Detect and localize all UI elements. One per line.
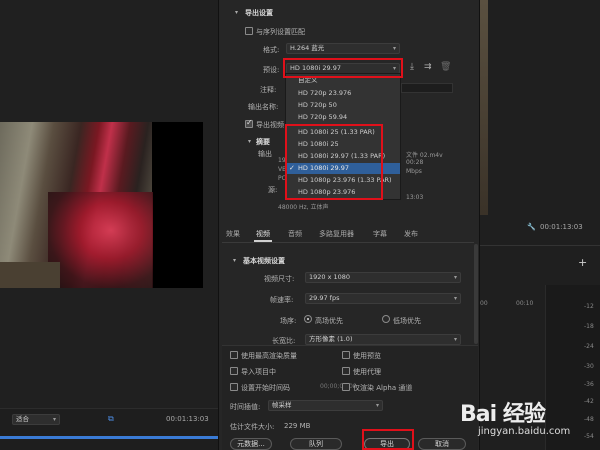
wrench-icon[interactable]: 🔧	[527, 223, 536, 231]
db-label: -12	[584, 303, 594, 310]
divider	[480, 245, 600, 246]
set-start-timecode-checkbox[interactable]	[230, 383, 238, 391]
program-timecode: 00:01:13:03	[540, 223, 583, 231]
tab-publish[interactable]: 发布	[404, 229, 418, 239]
use-proxy-checkbox[interactable]	[342, 367, 350, 375]
frame-size-label: 视频尺寸:	[264, 275, 295, 283]
baidu-watermark: Bai 经验 jingyan.baidu.com	[460, 396, 600, 446]
chevron-down-icon: ▾	[453, 295, 457, 302]
highlight-box-preset	[283, 58, 403, 78]
import-into-project-checkbox[interactable]	[230, 367, 238, 375]
output-name-label: 输出名称:	[248, 103, 279, 111]
timecode: 00:01:13:03	[166, 415, 209, 423]
db-label: -36	[584, 381, 594, 388]
watermark-logo: Bai 经验	[460, 402, 546, 427]
source-monitor-controls: 适合 ▾ ⧉ 00:01:13:03	[0, 408, 218, 450]
lower-field-first-label: 低场优先	[393, 317, 421, 325]
summary-time: 13:03	[406, 194, 424, 201]
import-into-project-label: 导入项目中	[241, 368, 276, 376]
est-size-label: 估计文件大小:	[230, 423, 275, 431]
upper-field-first-radio[interactable]	[304, 315, 312, 323]
upper-field-first-label: 高场优先	[315, 317, 343, 325]
dropdown-item[interactable]: HD 720p 50	[286, 100, 400, 111]
chevron-down-icon: ▾	[52, 416, 56, 423]
summary-label: 摘要	[256, 138, 270, 146]
frame-rate-label: 帧速率:	[270, 296, 294, 304]
db-label: -30	[584, 363, 594, 370]
queue-button[interactable]: 队列	[290, 438, 342, 450]
match-sequence-label: 与序列设置匹配	[256, 28, 305, 36]
est-size-value: 229 MB	[284, 422, 311, 430]
ruler-label: 00	[480, 300, 488, 307]
summary-right: 00:28	[406, 159, 424, 166]
aspect-select[interactable]: 方形像素 (1.0) ▾	[305, 334, 461, 345]
lower-field-first-radio[interactable]	[382, 315, 390, 323]
audio-summary: 48000 Hz, 立体声	[278, 204, 329, 211]
import-preset-icon[interactable]: ⇉	[424, 62, 432, 72]
time-interp-select[interactable]: 帧采样 ▾	[268, 400, 383, 411]
divider	[222, 242, 474, 243]
dialog-scrollbar[interactable]	[474, 244, 478, 344]
collapse-arrow-icon[interactable]: ▾	[248, 138, 251, 145]
watermark-url: jingyan.baidu.com	[478, 426, 571, 437]
section-title: 导出设置	[245, 9, 273, 17]
collapse-arrow-icon[interactable]: ▾	[235, 9, 238, 16]
db-label: -18	[584, 323, 594, 330]
tab-audio[interactable]: 音频	[288, 229, 302, 239]
chevron-down-icon: ▾	[375, 402, 379, 409]
video-preview	[0, 122, 203, 288]
field-order-label: 场序:	[280, 317, 297, 325]
max-render-quality-checkbox[interactable]	[230, 351, 238, 359]
tab-multiplexer[interactable]: 多路复用器	[319, 229, 354, 239]
export-video-label: 导出视频	[256, 121, 284, 129]
dropdown-item[interactable]: HD 720p 59.94	[286, 112, 400, 123]
collapse-arrow-icon[interactable]: ▾	[233, 257, 236, 264]
ruler-label: 00:10	[516, 300, 534, 307]
set-start-timecode-label: 设置开始时间码	[241, 384, 290, 392]
cancel-button[interactable]: 取消	[418, 438, 466, 450]
format-label: 格式:	[263, 46, 280, 54]
use-preview-checkbox[interactable]	[342, 351, 350, 359]
fit-select[interactable]: 适合 ▾	[12, 414, 60, 425]
summary-right: Mbps	[406, 168, 422, 175]
source-short: 源:	[268, 186, 278, 194]
add-button-icon[interactable]: +	[578, 256, 587, 269]
chevron-down-icon: ▾	[392, 45, 396, 52]
tab-captions[interactable]: 字幕	[373, 229, 387, 239]
program-video-preview	[480, 0, 488, 215]
timecode-field[interactable]: 00;00;00;00	[320, 383, 357, 390]
comment-label: 注释:	[260, 86, 277, 94]
use-proxy-label: 使用代理	[353, 368, 381, 376]
save-preset-icon[interactable]: ⤓	[410, 62, 414, 72]
chevron-down-icon: ▾	[453, 336, 457, 343]
source-monitor-panel	[0, 0, 218, 450]
time-interp-label: 时间插值:	[230, 403, 261, 411]
preset-label: 预设:	[263, 66, 280, 74]
comment-input[interactable]	[401, 83, 453, 93]
highlight-box-export	[362, 429, 414, 450]
dropdown-item[interactable]: HD 720p 23.976	[286, 88, 400, 99]
export-video-checkbox[interactable]	[245, 118, 253, 128]
chevron-down-icon: ▾	[453, 274, 457, 281]
use-preview-label: 使用预览	[353, 352, 381, 360]
metadata-button[interactable]: 元数据...	[230, 438, 272, 450]
output-short: 输出	[258, 150, 272, 158]
match-sequence-checkbox[interactable]	[245, 27, 253, 35]
highlight-box-options	[285, 124, 383, 200]
db-label: -24	[584, 343, 594, 350]
format-select[interactable]: H.264 蓝光 ▾	[286, 43, 400, 54]
tab-video[interactable]: 视频	[256, 229, 270, 239]
video-section-title: 基本视频设置	[243, 257, 285, 265]
max-render-quality-label: 使用最高渲染质量	[241, 352, 297, 360]
render-alpha-checkbox[interactable]	[342, 383, 350, 391]
delete-preset-icon[interactable]: 🗑	[440, 62, 451, 72]
timeline-scrollbar[interactable]	[0, 436, 218, 439]
frame-rate-select[interactable]: 29.97 fps ▾	[305, 293, 461, 304]
summary-right: 文件 02.m4v	[406, 152, 443, 159]
render-alpha-label: 仅渲染 Alpha 通道	[353, 384, 413, 392]
settings-icon[interactable]: ⧉	[108, 414, 114, 424]
frame-size-select[interactable]: 1920 x 1080 ▾	[305, 272, 461, 283]
tab-effects[interactable]: 效果	[226, 229, 240, 239]
